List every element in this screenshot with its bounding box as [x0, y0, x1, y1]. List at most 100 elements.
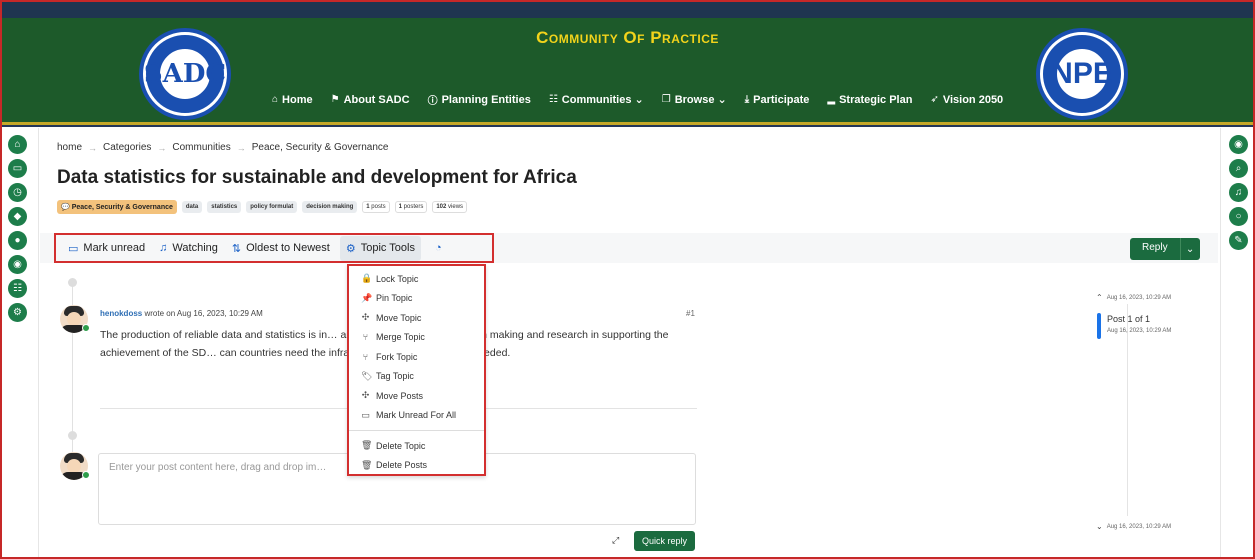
- post-timestamp[interactable]: wrote on Aug 16, 2023, 10:29 AM: [144, 309, 262, 318]
- chevron-up-icon: ⌃: [1096, 293, 1103, 302]
- tag-policy-formulat[interactable]: policy formulat: [246, 201, 298, 213]
- sidebar-avatar-icon[interactable]: ◉: [1229, 135, 1248, 154]
- merge-topic-item[interactable]: ⑂ Merge Topic: [349, 328, 484, 348]
- pagination-last[interactable]: ⌄ Aug 16, 2023, 10:29 AM: [1096, 522, 1171, 531]
- leaf-icon: ➶: [930, 94, 939, 105]
- pin-topic-item[interactable]: 📌 Pin Topic: [349, 289, 484, 309]
- pagination-first-date: Aug 16, 2023, 10:29 AM: [1106, 294, 1172, 301]
- mark-unread-label: Mark unread: [83, 242, 146, 254]
- sidebar-groups-icon[interactable]: ☷: [8, 279, 27, 298]
- sidebar-search-icon[interactable]: ⌕: [1229, 159, 1248, 178]
- sidebar-user-icon[interactable]: ◉: [8, 255, 27, 274]
- inbox-icon: ▭: [68, 242, 79, 255]
- nav-communities-label: Communities ⌄: [561, 94, 644, 106]
- pagination-first[interactable]: ⌃ Aug 16, 2023, 10:29 AM: [1096, 293, 1171, 302]
- post-number[interactable]: #1: [686, 309, 695, 318]
- posters-count-num: 1: [398, 204, 402, 210]
- breadcrumb-arrow-icon: →: [88, 142, 98, 153]
- move-topic-item[interactable]: ✣ Move Topic: [349, 308, 484, 328]
- category-badge-label: Peace, Security & Governance: [71, 203, 173, 211]
- nav-home[interactable]: ⌂ Home: [272, 92, 313, 107]
- tag-icon: 🏷: [361, 370, 373, 381]
- npe-logo[interactable]: NPE: [1036, 28, 1128, 120]
- top-strip: [2, 2, 1253, 18]
- sidebar-tags-icon[interactable]: ◆: [8, 207, 27, 226]
- breadcrumb-communities[interactable]: Communities: [172, 142, 230, 153]
- mark-unread-for-all-label: Mark Unread For All: [376, 410, 457, 421]
- sidebar-home-icon[interactable]: ⌂: [8, 135, 27, 154]
- breadcrumb-home[interactable]: home: [57, 142, 82, 153]
- topic-tags: 💬 Peace, Security & Governance data stati…: [57, 200, 468, 214]
- sort-button[interactable]: ⇅ Oldest to Newest: [232, 242, 330, 255]
- menu-divider: [349, 430, 484, 431]
- merge-icon: ⑂: [362, 332, 369, 343]
- lock-topic-item[interactable]: 🔒 Lock Topic: [349, 269, 484, 289]
- nav-participate-label: Participate: [753, 93, 810, 106]
- nav-planning-label: Planning Entities: [441, 93, 531, 106]
- sidebar-settings-icon[interactable]: ⚙: [8, 303, 27, 322]
- reply-dropdown-chevron-icon[interactable]: ⌄: [1179, 238, 1200, 260]
- right-divider: [1220, 128, 1221, 559]
- main-nav: ⌂ Home ⚑ About SADC ⓘ Planning Entities ☷ Co…: [272, 92, 1003, 108]
- left-sidebar: ⌂ ▭ ◷ ◆ ● ◉ ☷ ⚙: [8, 135, 27, 322]
- tag-topic-item[interactable]: 🏷 Tag Topic: [349, 367, 484, 387]
- rss-icon: ◔: [434, 242, 442, 254]
- nav-strategic-plan[interactable]: ▂ Strategic Plan: [827, 92, 912, 107]
- mark-unread-button[interactable]: ▭ Mark unread: [68, 242, 145, 255]
- nav-vision-2050[interactable]: ➶ Vision 2050: [930, 92, 1003, 107]
- info-icon: ⓘ: [427, 96, 438, 107]
- nav-participate[interactable]: ⤓ Participate: [745, 92, 810, 107]
- delete-topic-label: Delete Topic: [376, 440, 426, 451]
- posters-count-label: posters: [403, 204, 424, 210]
- nav-vision-label: Vision 2050: [942, 93, 1004, 106]
- sidebar-compose-icon[interactable]: ✎: [1229, 231, 1248, 250]
- avatar-face: [67, 312, 81, 326]
- breadcrumb-categories[interactable]: Categories: [103, 142, 151, 153]
- sidebar-inbox-icon[interactable]: ▭: [8, 159, 27, 178]
- tag-statistics[interactable]: statistics: [207, 201, 242, 213]
- tag-data[interactable]: data: [181, 201, 203, 213]
- sidebar-popular-icon[interactable]: ●: [8, 231, 27, 250]
- sidebar-notifications-icon[interactable]: ♫: [1229, 183, 1248, 202]
- post-author-link[interactable]: henokdoss: [100, 309, 142, 318]
- move-topic-label: Move Topic: [376, 312, 422, 323]
- quick-reply-button[interactable]: Quick reply: [634, 531, 696, 551]
- expand-composer-icon[interactable]: ⤢: [612, 535, 619, 546]
- pin-topic-label: Pin Topic: [376, 293, 413, 304]
- views-count: 102 views: [432, 201, 468, 213]
- signal-icon: ▂: [827, 94, 836, 105]
- sidebar-recent-icon[interactable]: ◷: [8, 183, 27, 202]
- sadc-logo[interactable]: SADC: [139, 28, 231, 120]
- trash-icon: 🗑: [361, 459, 373, 470]
- delete-posts-item[interactable]: 🗑 Delete Posts: [349, 456, 484, 476]
- page-title: Data statistics for sustainable and deve…: [57, 167, 577, 188]
- nav-home-label: Home: [282, 93, 313, 106]
- right-sidebar: ◉ ⌕ ♫ ○ ✎: [1229, 135, 1248, 250]
- nav-about-label: About SADC: [343, 93, 410, 106]
- npe-logo-text: NPE: [1051, 57, 1113, 90]
- category-badge[interactable]: 💬 Peace, Security & Governance: [57, 200, 177, 214]
- lock-topic-label: Lock Topic: [376, 273, 419, 284]
- pagination-handle[interactable]: [1097, 313, 1101, 339]
- topic-tools-button[interactable]: ⚙ Topic Tools: [339, 235, 421, 261]
- sort-icon: ⇅: [231, 242, 242, 255]
- reply-button[interactable]: Reply: [1130, 238, 1180, 260]
- fork-icon: ⑂: [362, 351, 369, 362]
- pin-icon: 📌: [361, 292, 373, 303]
- users-icon: ☷: [548, 94, 558, 105]
- nav-planning-entities[interactable]: ⓘ Planning Entities: [427, 92, 531, 108]
- fork-topic-item[interactable]: ⑂ Fork Topic: [349, 347, 484, 367]
- nav-about-sadc[interactable]: ⚑ About SADC: [331, 92, 410, 107]
- tag-decision-making[interactable]: decision making: [302, 201, 358, 213]
- delete-posts-label: Delete Posts: [376, 460, 428, 471]
- move-posts-item[interactable]: ✣ Move Posts: [349, 386, 484, 406]
- nav-communities[interactable]: ☷ Communities ⌄: [549, 92, 644, 107]
- delete-topic-item[interactable]: 🗑 Delete Topic: [349, 436, 484, 456]
- watching-button[interactable]: ♫ Watching: [159, 242, 218, 254]
- mark-unread-for-all-item[interactable]: ▭ Mark Unread For All: [349, 406, 484, 426]
- pagination-track: [1127, 304, 1128, 516]
- nav-browse[interactable]: ❐ Browse ⌄: [662, 92, 727, 107]
- sidebar-chat-icon[interactable]: ○: [1229, 207, 1248, 226]
- browse-icon: ❐: [661, 94, 671, 105]
- rss-button[interactable]: ◔: [435, 242, 442, 254]
